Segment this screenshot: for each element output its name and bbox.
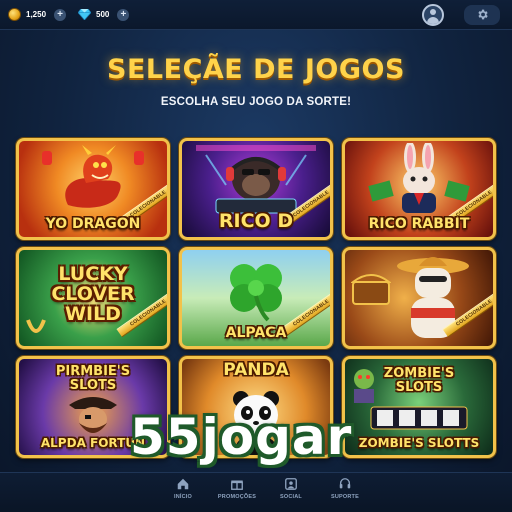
coin-balance: 1,250 + — [8, 8, 70, 21]
coin-amount: 1,250 — [26, 10, 47, 19]
rabbit-art — [368, 143, 470, 213]
title-line-2: CLOVER — [51, 283, 135, 305]
game-title: RICO D — [218, 210, 294, 232]
game-card-lucky-clover-wild[interactable]: LUCKY CLOVER WILD COLECIONABLE — [16, 247, 170, 349]
blue-diamond-icon — [78, 9, 92, 20]
nav-label: SOCIAL — [280, 494, 302, 500]
nav-item-promotions[interactable]: PROMOÇÕES — [217, 477, 257, 500]
game-title: YO DRAGON — [45, 216, 141, 232]
treasure-chest-icon — [351, 274, 391, 305]
nav-item-social[interactable]: SOCIAL — [273, 477, 309, 500]
watermark-text: 55jogar — [130, 408, 353, 466]
game-title: ALPACA — [225, 325, 287, 341]
horseshoe-icon — [26, 319, 46, 333]
game-card-rico-d[interactable]: COLECIONABLE RICO D — [179, 138, 333, 240]
top-bar: 1,250 + 500 + — [0, 0, 512, 30]
nav-label: PROMOÇÕES — [217, 494, 257, 500]
gift-icon — [231, 480, 243, 490]
game-card-alpaca[interactable]: COLECIONABLE ALPACA — [179, 247, 333, 349]
gold-coin-icon — [8, 8, 21, 21]
page-title: SELEÇÃE DE JOGOS — [107, 54, 405, 85]
user-icon — [430, 8, 436, 15]
alpaca-art — [396, 257, 469, 338]
social-icon — [285, 478, 297, 490]
gem-amount: 500 — [96, 10, 110, 19]
game-title: RICO RABBIT — [368, 216, 470, 232]
game-card-yo-dragon[interactable]: COLECIONABLE YO DRAGON — [16, 138, 170, 240]
bottom-navigation: INÍCIO PROMOÇÕES SOCIAL SUPORTE — [0, 472, 512, 512]
clover-art — [230, 264, 282, 322]
nav-label: SUPORTE — [331, 494, 359, 500]
game-title: ZOMBIE'S SLOTTS — [358, 436, 480, 450]
game-card-rico-rabbit[interactable]: COLECIONABLE RICO RABBIT — [342, 138, 496, 240]
slot-reels-icon — [370, 406, 468, 430]
pirate-art — [69, 397, 117, 433]
game-top-title: PANDA — [223, 360, 289, 380]
zombie-art — [354, 369, 374, 403]
nav-item-support[interactable]: SUPORTE — [327, 477, 363, 500]
gorilla-dj-art — [196, 145, 316, 214]
dragon-art — [42, 145, 144, 208]
game-card-alpaca-treasure[interactable]: COLECIONABLE — [342, 247, 496, 349]
nav-label: INÍCIO — [173, 494, 192, 500]
gear-icon — [477, 9, 488, 20]
home-icon — [177, 478, 189, 490]
title-line-1: LUCKY — [58, 263, 128, 285]
support-icon — [339, 478, 351, 489]
game-card-zombies-slots[interactable]: ZOMBIE'S SLOTS ZOMBIE'S SLOTTS — [342, 356, 496, 458]
settings-button[interactable] — [464, 4, 500, 25]
profile-avatar-button[interactable] — [422, 3, 444, 26]
add-gems-button[interactable]: + — [117, 8, 130, 21]
game-top-title: PIRMBIE'S SLOTS — [55, 364, 131, 393]
nav-item-home[interactable]: INÍCIO — [165, 477, 201, 500]
gem-balance: 500 + — [78, 8, 133, 21]
page-subtitle: ESCOLHA SEU JOGO DA SORTE! — [160, 96, 352, 108]
add-coins-button[interactable]: + — [54, 8, 67, 21]
